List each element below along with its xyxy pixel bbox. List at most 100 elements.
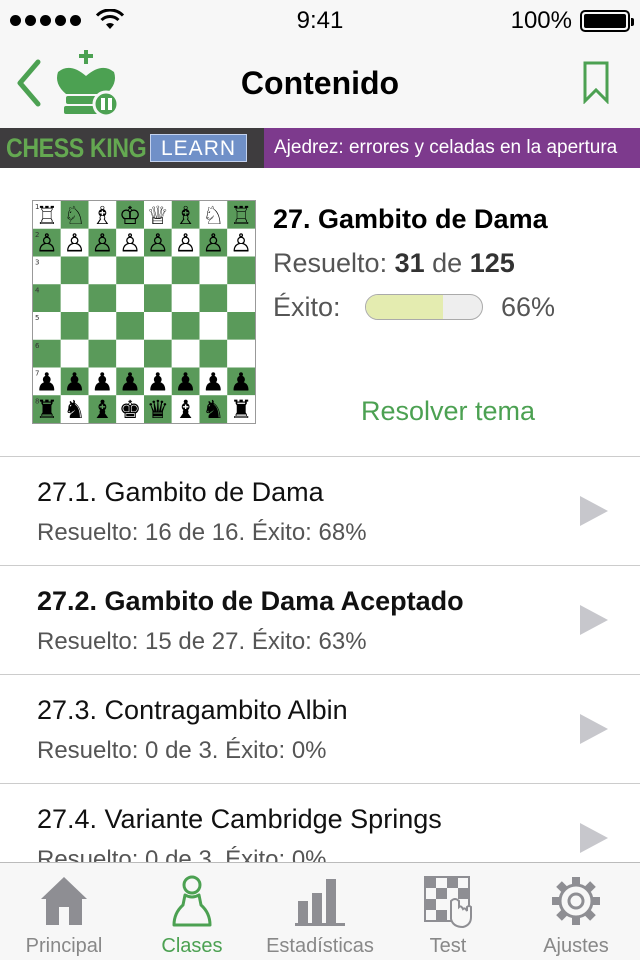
battery-percent: 100% xyxy=(510,7,572,34)
resolve-topic-button[interactable]: Resolver tema xyxy=(361,396,535,427)
board-square xyxy=(116,284,144,312)
chess-piece: ♞ xyxy=(63,395,85,423)
banner-course-title: Ajedrez: errores y celadas en la apertur… xyxy=(264,128,640,168)
tab-principal[interactable]: Principal xyxy=(0,863,128,960)
board-square xyxy=(60,256,89,285)
status-bar: 9:41 100% xyxy=(0,0,640,40)
chess-piece: ♝ xyxy=(91,395,113,423)
board-square xyxy=(144,339,172,368)
board-square xyxy=(116,256,144,285)
board-square xyxy=(171,256,200,285)
lesson-subtitle: Resuelto: 15 de 27. Éxito: 63% xyxy=(37,628,367,655)
tab-label: Clases xyxy=(161,935,223,957)
chess-piece: ♟ xyxy=(202,367,224,396)
success-percent: 66% xyxy=(501,292,556,322)
lesson-subtitle: Resuelto: 0 de 3. Éxito: 0% xyxy=(37,737,327,764)
lesson-title: 27.1. Gambito de Dama xyxy=(37,477,324,507)
list-item[interactable]: 27.4. Variante Cambridge Springs Resuelt… xyxy=(0,784,640,862)
board-square xyxy=(88,312,117,340)
banner-brand: CHESS KING xyxy=(6,132,147,163)
topic-progress: Resuelto: 31 de 125 xyxy=(273,248,515,279)
chess-piece: ♟ xyxy=(91,367,113,396)
chess-piece: ♗ xyxy=(91,201,113,230)
course-banner[interactable]: CHESS KING LEARN Ajedrez: errores y cela… xyxy=(0,128,640,168)
board-square xyxy=(171,284,200,312)
battery-icon xyxy=(580,10,634,32)
board-square xyxy=(199,284,228,312)
topic-success: Éxito: 66% xyxy=(273,292,573,323)
lesson-subtitle: Resuelto: 0 de 3. Éxito: 0% xyxy=(37,846,327,862)
tab-clases[interactable]: Clases xyxy=(128,863,256,960)
board-square xyxy=(144,284,172,312)
chess-piece: ♚ xyxy=(119,395,141,423)
chess-piece: ♙ xyxy=(230,229,252,258)
list-item[interactable]: 27.1. Gambito de Dama Resuelto: 16 de 16… xyxy=(0,457,640,566)
board-square xyxy=(88,284,117,312)
board-square xyxy=(227,256,255,285)
board-square xyxy=(227,284,255,312)
topic-title: 27. Gambito de Dama xyxy=(273,204,548,234)
lesson-title: 27.2. Gambito de Dama Aceptado xyxy=(37,586,464,616)
play-arrow-icon xyxy=(580,605,608,635)
chess-piece: ♟ xyxy=(230,367,252,396)
board-square xyxy=(171,312,200,340)
tab-label: Estadísticas xyxy=(266,935,374,957)
chess-piece: ♖ xyxy=(230,201,252,230)
chess-piece: ♜ xyxy=(230,395,252,423)
chess-piece: ♛ xyxy=(147,395,169,423)
success-progress-fill xyxy=(366,295,443,319)
play-arrow-icon xyxy=(580,496,608,526)
chess-piece: ♝ xyxy=(174,395,196,423)
board-square xyxy=(171,339,200,368)
tab-label: Principal xyxy=(25,935,103,957)
tab-ajustes[interactable]: Ajustes xyxy=(512,863,640,960)
board-square xyxy=(60,312,89,340)
chess-piece: ♙ xyxy=(202,229,224,258)
page-title: Contenido xyxy=(240,65,400,101)
banner-learn-badge: LEARN xyxy=(150,134,248,162)
list-item[interactable]: 27.3. Contragambito Albin Resuelto: 0 de… xyxy=(0,675,640,784)
board-square xyxy=(116,339,144,368)
status-right: 100% xyxy=(510,7,634,35)
chess-piece: ♙ xyxy=(119,229,141,258)
chess-board-diagram: ♖ ♘ ♗ ♔ ♕ ♗ ♘ ♖1♙ ♙ ♙ ♙ ♙ ♙ ♙ ♙23456♟ ♟ ♟ ♟ ♟ ♟ ♟ ♟7♜ ♞ ♝ ♚ ♛ ♝ ♞ ♜8 xyxy=(33,201,255,423)
tab-bar: Principal Clases Estadísticas Test Ajust… xyxy=(0,862,640,960)
chess-piece: ♟ xyxy=(174,367,196,396)
nav-bar: Contenido xyxy=(0,40,640,128)
chess-piece: ♟ xyxy=(63,367,85,396)
list-item[interactable]: 27.2. Gambito de Dama Aceptado Resuelto:… xyxy=(0,566,640,675)
total-count: 125 xyxy=(469,248,515,278)
gear-icon xyxy=(552,877,600,925)
rank-label: 1 xyxy=(35,203,39,211)
lesson-list: 27.1. Gambito de Dama Resuelto: 16 de 16… xyxy=(0,456,640,862)
board-square xyxy=(60,339,89,368)
tab-test[interactable]: Test xyxy=(384,863,512,960)
board-square xyxy=(144,256,172,285)
chess-piece: ♔ xyxy=(119,201,141,230)
bookmark-icon[interactable] xyxy=(582,60,610,104)
board-square xyxy=(116,312,144,340)
tab-label: Test xyxy=(429,935,467,957)
tab-estadisticas[interactable]: Estadísticas xyxy=(256,863,384,960)
board-square xyxy=(199,339,228,368)
rank-label: 5 xyxy=(35,314,39,322)
board-square xyxy=(227,312,255,340)
board-square xyxy=(199,256,228,285)
chess-piece: ♞ xyxy=(202,395,224,423)
chess-piece: ♘ xyxy=(202,201,224,230)
board-square xyxy=(60,284,89,312)
progress-label: Resuelto: xyxy=(273,248,388,278)
bar-chart-icon xyxy=(295,879,345,926)
chess-piece: ♙ xyxy=(63,229,85,258)
board-square xyxy=(227,339,255,368)
chess-piece: ♕ xyxy=(147,201,169,230)
chess-piece: ♘ xyxy=(63,201,85,230)
board-test-icon xyxy=(424,876,472,929)
of-word: de xyxy=(432,248,463,278)
board-square xyxy=(88,339,117,368)
rank-label: 7 xyxy=(35,370,39,378)
chess-piece: ♙ xyxy=(174,229,196,258)
board-square xyxy=(88,256,117,285)
success-label: Éxito: xyxy=(273,292,341,322)
rank-label: 6 xyxy=(35,342,40,350)
